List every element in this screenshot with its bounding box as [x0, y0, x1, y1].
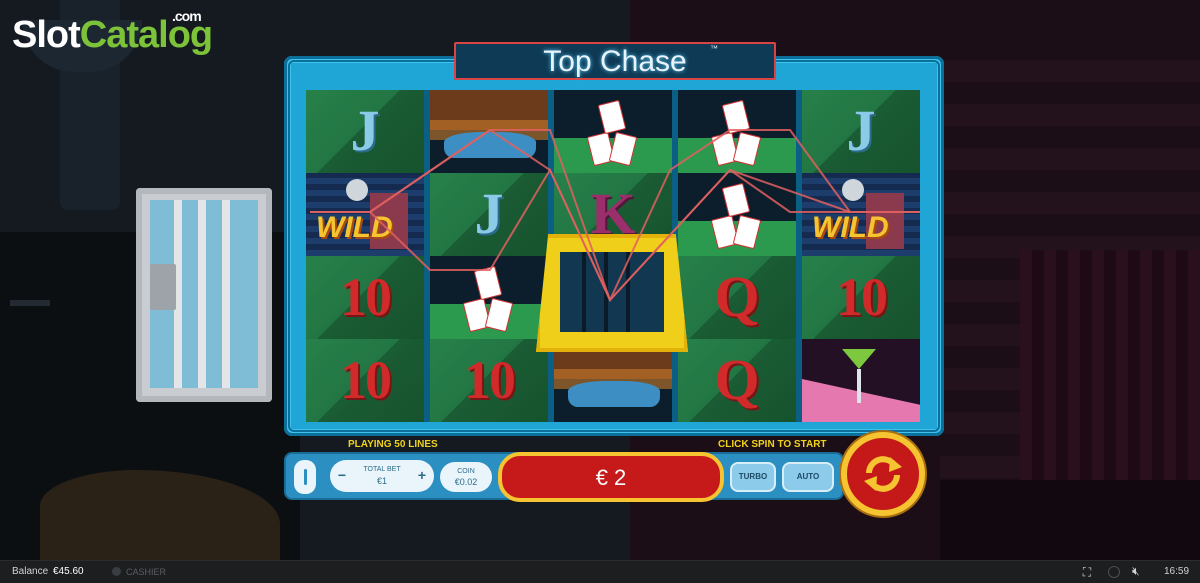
- symbol-letter: J: [474, 181, 504, 246]
- house-of-cards-icon: [460, 262, 516, 334]
- reel-4: Q Q: [678, 90, 796, 422]
- game-title-plate: Top Chase ™: [454, 42, 776, 80]
- symbol-letter: J: [846, 98, 876, 163]
- symbol-house-of-cards: [678, 173, 796, 256]
- symbol-letter: Q: [714, 347, 760, 412]
- wild-label: WILD: [812, 211, 889, 244]
- jail-door-bar: [222, 200, 230, 388]
- symbol-letter: 10: [464, 350, 516, 410]
- symbol-letter: 10: [836, 267, 888, 327]
- win-amount: € 2: [595, 465, 627, 490]
- symbol-q: Q: [678, 256, 796, 339]
- balance-value: €45.60: [53, 566, 84, 577]
- jail-cell-window: [560, 252, 664, 332]
- symbol-ten: 10: [430, 339, 548, 422]
- fullscreen-icon[interactable]: ⛶: [1080, 565, 1094, 579]
- symbol-house-of-cards: [554, 90, 672, 173]
- win-display: € 2: [498, 452, 724, 502]
- balance-label: Balance: [12, 566, 49, 577]
- playing-card-icon: [484, 297, 514, 333]
- reel-5: J WILD 10: [802, 90, 920, 422]
- symbol-letter: 10: [340, 350, 392, 410]
- playing-card-icon: [732, 131, 762, 167]
- turbo-button[interactable]: TURBO: [730, 462, 776, 492]
- spin-button[interactable]: [841, 432, 925, 516]
- cashier-icon: [112, 567, 121, 576]
- symbol-house-of-cards: [678, 90, 796, 173]
- jail-cell-bar: [604, 252, 608, 332]
- clock-time: 16:59: [1164, 566, 1190, 577]
- autoplay-button[interactable]: AUTO: [782, 462, 834, 492]
- road-marking: [10, 300, 50, 306]
- playing-card-icon: [721, 99, 751, 135]
- house-of-cards-icon: [708, 179, 764, 251]
- logo-domain-text: .com: [172, 8, 202, 24]
- symbol-ten: 10: [802, 256, 920, 339]
- symbol-house-of-cards: [430, 256, 548, 339]
- satellite-dish-icon: [346, 179, 368, 201]
- sports-car-icon: [568, 381, 660, 407]
- casino-status-bar: Balance €45.60 CASHIER ⛶ 🔇︎ 16:59: [0, 560, 1200, 583]
- symbol-wild: WILD: [802, 173, 920, 256]
- playing-card-icon: [732, 214, 762, 250]
- jail-door-bar: [198, 200, 206, 388]
- playing-card-icon: [473, 265, 503, 301]
- jail-bonus-symbol: [536, 234, 688, 352]
- jail-door-lock: [150, 264, 176, 310]
- symbol-wild: WILD: [306, 173, 424, 256]
- symbol-j: J: [802, 90, 920, 173]
- symbol-ten: 10: [306, 256, 424, 339]
- house-of-cards-icon: [584, 96, 640, 168]
- symbol-letter: 10: [340, 267, 392, 327]
- symbol-sports-car: [430, 90, 548, 173]
- menu-button[interactable]: [294, 460, 316, 494]
- symbol-j: J: [306, 90, 424, 173]
- game-title: Top Chase: [543, 45, 687, 78]
- jail-cell-bar: [582, 252, 586, 332]
- history-clock-icon[interactable]: [1108, 566, 1120, 578]
- wild-label: WILD: [316, 211, 393, 244]
- reel-2: J 10: [430, 90, 548, 422]
- lines-status: PLAYING 50 LINES: [348, 439, 438, 450]
- spin-arrows-icon: [864, 456, 902, 492]
- pink-floor: [802, 379, 920, 422]
- increase-bet-button[interactable]: +: [414, 464, 430, 488]
- club-floor: [940, 480, 1200, 560]
- total-bet-control: − TOTAL BET €1 +: [330, 460, 434, 492]
- jail-cell-bar: [626, 252, 630, 332]
- mute-sound-icon[interactable]: 🔇︎: [1132, 564, 1140, 579]
- satellite-dish-icon: [842, 179, 864, 201]
- cashier-button[interactable]: CASHIER: [126, 567, 166, 577]
- reel-1: J WILD 10 10: [306, 90, 424, 422]
- martini-glass-icon: [842, 349, 876, 369]
- symbol-letter: J: [350, 98, 380, 163]
- symbol-ten: 10: [306, 339, 424, 422]
- coin-label: COIN: [457, 468, 475, 475]
- playing-card-icon: [721, 182, 751, 218]
- spin-hint: CLICK SPIN TO START: [718, 439, 827, 450]
- trademark-symbol: ™: [710, 44, 718, 53]
- coin-value-button[interactable]: COIN €0.02: [440, 462, 492, 492]
- symbol-q: Q: [678, 339, 796, 422]
- martini-stem: [857, 369, 861, 403]
- symbol-martini: [802, 339, 920, 422]
- coin-value: €0.02: [454, 477, 478, 487]
- slotcatalog-logo: SlotCatalog .com: [12, 8, 213, 57]
- jail-door-illustration: [136, 188, 272, 402]
- logo-slot-text: Slot: [12, 14, 81, 56]
- menu-icon: [303, 469, 307, 485]
- symbol-letter: Q: [714, 264, 760, 329]
- sports-car-icon: [444, 132, 536, 158]
- symbol-j: J: [430, 173, 548, 256]
- playing-card-icon: [608, 131, 638, 167]
- playing-card-icon: [597, 99, 627, 135]
- house-of-cards-icon: [708, 96, 764, 168]
